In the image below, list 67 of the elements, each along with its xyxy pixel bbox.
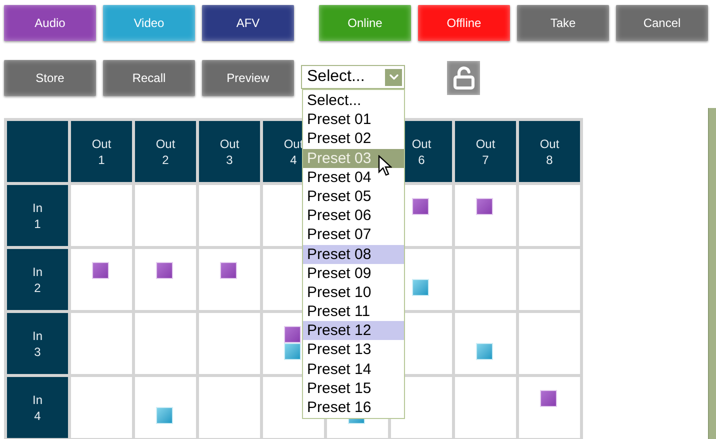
preset-option[interactable]: Preset 11	[303, 302, 404, 322]
mouse-cursor-icon	[378, 155, 392, 177]
crosspoint-cell[interactable]	[455, 185, 516, 246]
crosspoint-cell[interactable]	[455, 377, 516, 438]
input-header: In 1	[7, 185, 68, 246]
toolbar-button[interactable]: Audio	[4, 5, 96, 41]
output-header: Out 1	[71, 121, 132, 182]
input-header: In 2	[7, 249, 68, 310]
audio-marker	[92, 262, 109, 279]
preset-option[interactable]: Select...	[303, 91, 404, 110]
toolbar-button[interactable]: Cancel	[616, 5, 708, 41]
crosspoint-cell[interactable]	[71, 313, 132, 374]
crosspoint-cell[interactable]	[199, 313, 260, 374]
crosspoint-cell[interactable]	[199, 249, 260, 310]
preset-option[interactable]: Preset 13	[303, 340, 404, 360]
crosspoint-cell[interactable]	[519, 249, 580, 310]
preset-option[interactable]: Preset 07	[303, 225, 404, 244]
input-header: In 3	[7, 313, 68, 374]
video-marker	[476, 343, 493, 360]
crosspoint-cell[interactable]	[455, 249, 516, 310]
preset-option[interactable]: Preset 12	[303, 321, 404, 340]
preset-option[interactable]: Preset 08	[303, 244, 404, 264]
crosspoint-cell[interactable]	[135, 313, 196, 374]
corner-header-cell	[7, 121, 68, 182]
preset-option[interactable]: Preset 06	[303, 206, 404, 226]
video-marker	[156, 407, 173, 424]
preset-option[interactable]: Preset 16	[303, 398, 404, 418]
audio-marker	[220, 262, 237, 279]
crosspoint-cell[interactable]	[71, 249, 132, 310]
output-header: Out 2	[135, 121, 196, 182]
crosspoint-cell[interactable]	[199, 185, 260, 246]
toolbar-button[interactable]: Take	[517, 5, 609, 41]
crosspoint-cell[interactable]	[71, 185, 132, 246]
crosspoint-cell[interactable]	[71, 377, 132, 438]
crosspoint-cell[interactable]	[519, 377, 580, 438]
output-header: Out 3	[199, 121, 260, 182]
crosspoint-cell[interactable]	[519, 313, 580, 374]
preset-select[interactable]: Select...	[301, 65, 405, 89]
audio-marker	[284, 326, 301, 343]
crosspoint-cell[interactable]	[135, 185, 196, 246]
preset-option[interactable]: Preset 09	[303, 264, 404, 283]
preset-option[interactable]: Preset 14	[303, 360, 404, 379]
audio-marker	[412, 198, 429, 215]
video-marker	[412, 279, 429, 296]
preset-option[interactable]: Preset 05	[303, 186, 404, 206]
input-header: In 4	[7, 377, 68, 438]
output-header: Out 8	[519, 121, 580, 182]
toolbar-button[interactable]: Recall	[103, 60, 195, 96]
unlock-icon	[452, 66, 476, 90]
crosspoint-cell[interactable]	[135, 377, 196, 438]
preset-option[interactable]: Preset 15	[303, 378, 404, 398]
toolbar-button[interactable]: AFV	[202, 5, 294, 41]
toolbar-button[interactable]: Preview	[202, 60, 294, 96]
crosspoint-cell[interactable]	[455, 313, 516, 374]
output-header: Out 7	[455, 121, 516, 182]
toolbar-button[interactable]: Store	[4, 60, 96, 96]
preset-option[interactable]: Preset 10	[303, 282, 404, 302]
video-marker	[284, 343, 301, 360]
toolbar-button[interactable]: Offline	[418, 5, 510, 41]
audio-marker	[540, 390, 557, 407]
audio-marker	[476, 198, 493, 215]
lock-button[interactable]	[447, 61, 480, 95]
crosspoint-cell[interactable]	[135, 249, 196, 310]
crosspoint-cell[interactable]	[199, 377, 260, 438]
audio-marker	[156, 262, 173, 279]
scrollbar[interactable]	[708, 108, 716, 439]
crosspoint-cell[interactable]	[519, 185, 580, 246]
